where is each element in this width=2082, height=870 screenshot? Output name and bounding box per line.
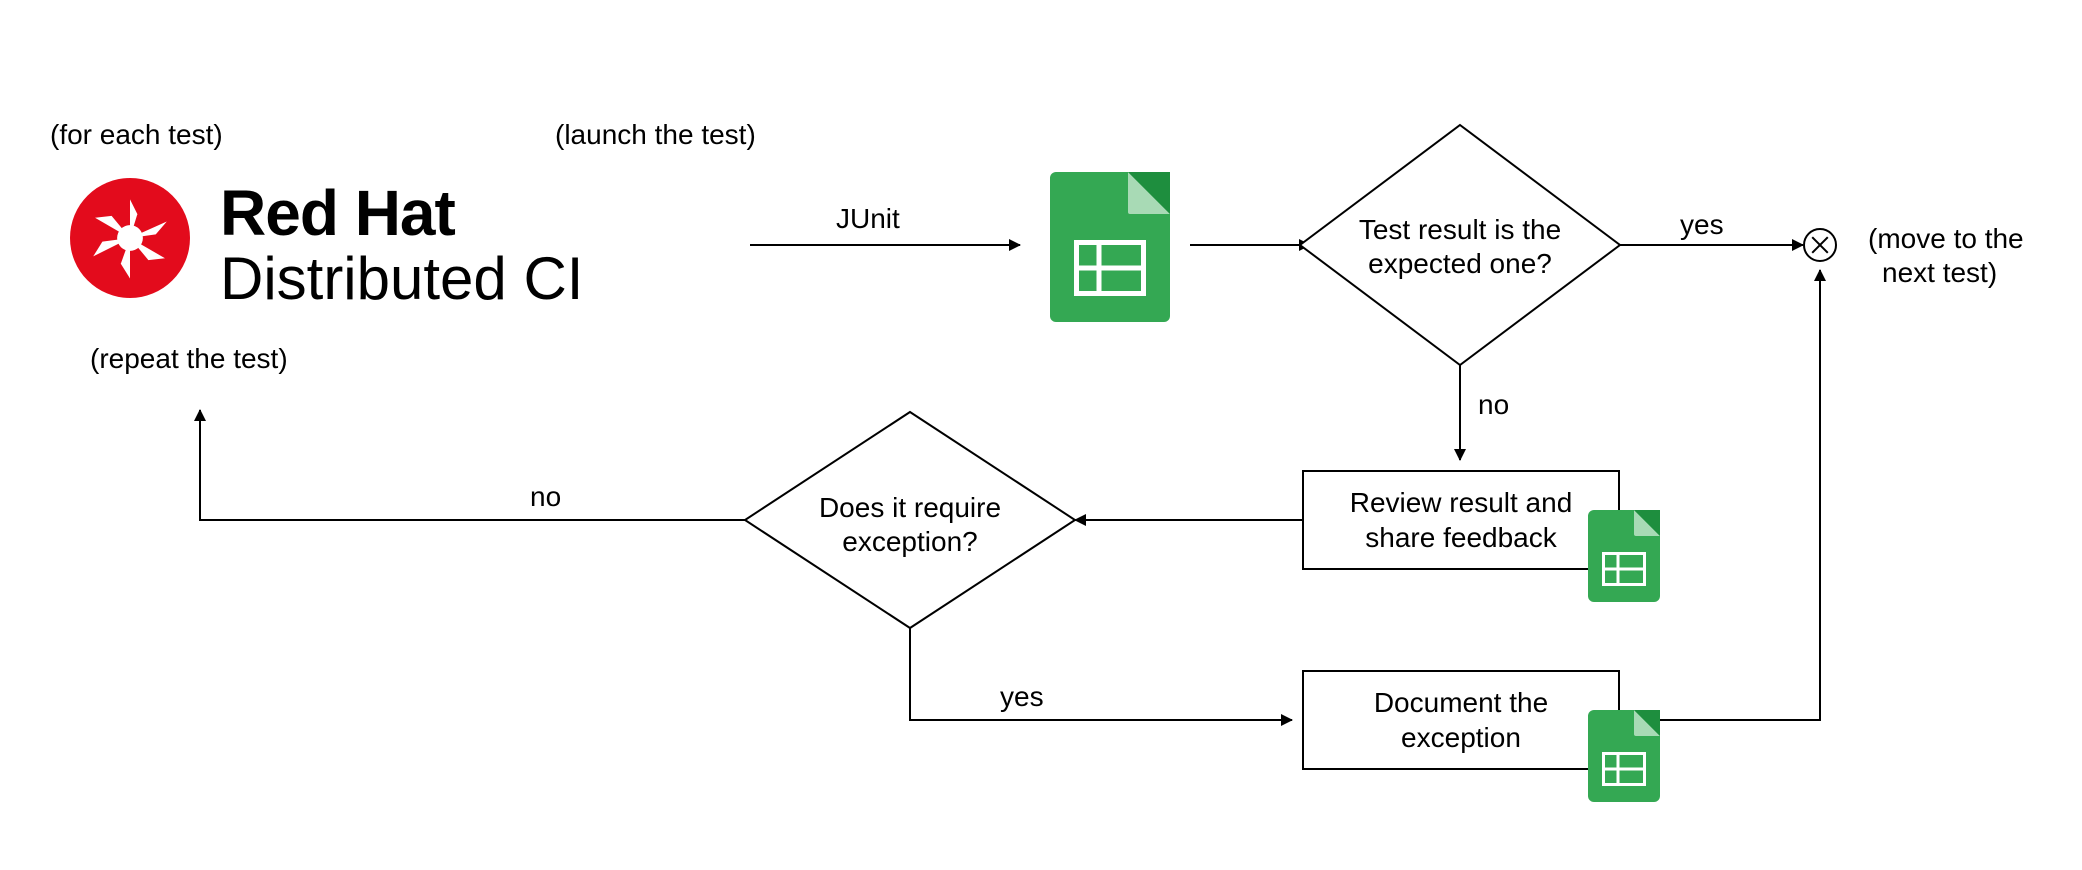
decision-expected-text1: Test result is the: [1355, 212, 1565, 247]
sheets-icon-small-1: [1588, 510, 1660, 602]
annotation-move-next-2: next test): [1882, 256, 1997, 290]
edge-label-junit: JUnit: [836, 202, 900, 236]
decision-exception-text1: Does it require: [805, 490, 1015, 525]
process-review-text2: share feedback: [1350, 520, 1573, 555]
flowchart-canvas: (for each test) (launch the test) (repea…: [0, 0, 2082, 870]
connectors-layer: [0, 0, 2082, 870]
process-document-text1: Document the: [1374, 685, 1548, 720]
sheets-icon-small-2: [1588, 710, 1660, 802]
edge-label-no-loop: no: [530, 480, 561, 514]
decision-expected-text2: expected one?: [1355, 246, 1565, 281]
edge-label-yes-bottom: yes: [1000, 680, 1044, 714]
edge-label-yes-top: yes: [1680, 208, 1724, 242]
edge-label-no-down: no: [1478, 388, 1509, 422]
process-document: Document the exception: [1302, 670, 1620, 770]
dci-gecko-icon: [70, 178, 190, 298]
dci-node: Red Hat Distributed CI: [70, 160, 640, 330]
edge-yes-to-document: [910, 628, 1292, 720]
process-document-text2: exception: [1374, 720, 1548, 755]
process-review-text1: Review result and: [1350, 485, 1573, 520]
annotation-repeat-test: (repeat the test): [90, 342, 288, 376]
annotation-for-each-test: (for each test): [50, 118, 223, 152]
edge-no-loop: [200, 410, 745, 520]
dci-brand-dci: Distributed CI: [220, 244, 583, 313]
process-review: Review result and share feedback: [1302, 470, 1620, 570]
sheets-icon: [1050, 172, 1170, 322]
dci-brand-redhat: Red Hat: [220, 176, 455, 250]
edge-document-to-terminator: [1620, 270, 1820, 720]
decision-exception-text2: exception?: [805, 524, 1015, 559]
annotation-launch-test: (launch the test): [555, 118, 756, 152]
annotation-move-next-1: (move to the: [1868, 222, 2024, 256]
terminator-icon: [1803, 228, 1837, 262]
